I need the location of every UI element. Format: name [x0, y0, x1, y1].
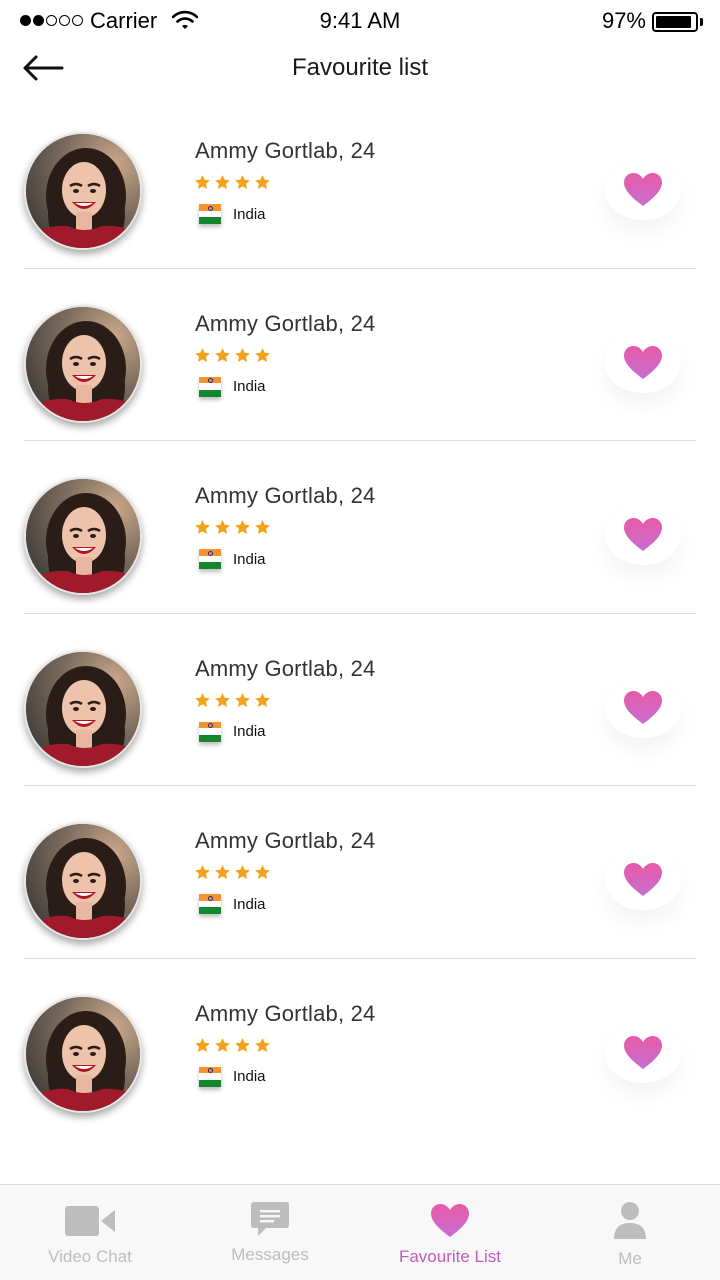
- heart-icon: [624, 1035, 662, 1069]
- star-icon: [194, 1037, 211, 1054]
- avatar[interactable]: [24, 132, 142, 250]
- star-icon: [214, 864, 231, 881]
- country: India: [199, 1066, 266, 1087]
- avatar[interactable]: [24, 994, 142, 1113]
- list-item[interactable]: Ammy Gortlab, 24 India: [0, 786, 720, 959]
- rating-stars: [194, 864, 271, 881]
- country-label: India: [233, 378, 266, 395]
- heart-icon: [624, 690, 662, 724]
- favourite-toggle-button[interactable]: [605, 850, 681, 910]
- user-icon: [614, 1202, 646, 1239]
- star-icon: [234, 519, 251, 536]
- tab-me[interactable]: Me: [540, 1185, 720, 1280]
- star-icon: [234, 1037, 251, 1054]
- star-icon: [214, 174, 231, 191]
- list-item[interactable]: Ammy Gortlab, 24 India: [0, 441, 720, 614]
- profile-name: Ammy Gortlab, 24: [195, 138, 376, 163]
- avatar[interactable]: [24, 304, 142, 423]
- profile-name: Ammy Gortlab, 24: [195, 310, 376, 336]
- profile-name: Ammy Gortlab, 24: [195, 1000, 376, 1026]
- heart-icon: [624, 863, 662, 896]
- country: India: [199, 376, 266, 397]
- battery-nub: [700, 18, 703, 26]
- india-flag-icon: [199, 1066, 221, 1087]
- star-icon: [214, 1037, 231, 1054]
- list-item[interactable]: Ammy Gortlab, 24 India: [0, 269, 720, 442]
- star-icon: [234, 692, 251, 709]
- favourite-toggle-button[interactable]: [605, 505, 681, 565]
- country: India: [199, 204, 266, 225]
- country-label: India: [233, 723, 266, 740]
- country: India: [199, 549, 266, 570]
- country: India: [199, 721, 266, 742]
- star-icon: [254, 174, 271, 191]
- country: India: [199, 894, 266, 915]
- rating-stars: [194, 347, 271, 364]
- heart-icon: [624, 518, 662, 551]
- tab-messages[interactable]: Messages: [180, 1185, 360, 1280]
- favourite-toggle-button[interactable]: [605, 160, 681, 220]
- heart-icon: [624, 345, 662, 379]
- tab-bar: Video Chat Messages Favourite List Me: [0, 1184, 720, 1280]
- star-icon: [194, 519, 211, 536]
- tab-video-chat[interactable]: Video Chat: [0, 1185, 180, 1280]
- star-icon: [234, 347, 251, 364]
- star-icon: [254, 864, 271, 881]
- india-flag-icon: [199, 549, 221, 570]
- star-icon: [254, 1037, 271, 1054]
- battery-icon: [652, 12, 698, 32]
- favourite-toggle-button[interactable]: [605, 333, 681, 393]
- list-item[interactable]: Ammy Gortlab, 24 India: [0, 614, 720, 787]
- avatar[interactable]: [24, 477, 142, 595]
- battery-percentage: 97%: [601, 8, 646, 33]
- video-camera-icon: [65, 1206, 115, 1236]
- page-title: Favourite list: [291, 54, 429, 81]
- star-icon: [254, 692, 271, 709]
- list-item[interactable]: Ammy Gortlab, 24 India: [0, 959, 720, 1132]
- chat-bubble-icon: [251, 1202, 289, 1236]
- rating-stars: [194, 174, 271, 191]
- country-label: India: [233, 205, 266, 223]
- heart-icon: [431, 1204, 469, 1237]
- list-item[interactable]: Ammy Gortlab, 24 India: [0, 96, 720, 269]
- india-flag-icon: [199, 204, 221, 225]
- star-icon: [254, 347, 271, 364]
- tab-label: Messages: [231, 1245, 309, 1264]
- profile-name: Ammy Gortlab, 24: [195, 655, 376, 681]
- star-icon: [234, 174, 251, 191]
- india-flag-icon: [199, 721, 221, 742]
- star-icon: [234, 864, 251, 881]
- star-icon: [214, 347, 231, 364]
- tab-label: Me: [618, 1249, 642, 1268]
- star-icon: [194, 347, 211, 364]
- star-icon: [194, 692, 211, 709]
- tab-label: Video Chat: [48, 1247, 132, 1266]
- india-flag-icon: [199, 376, 221, 397]
- country-label: India: [233, 1068, 266, 1085]
- star-icon: [194, 864, 211, 881]
- favourite-toggle-button[interactable]: [605, 1023, 681, 1083]
- star-icon: [214, 519, 231, 536]
- avatar[interactable]: [24, 649, 142, 768]
- avatar[interactable]: [24, 822, 142, 940]
- rating-stars: [194, 519, 271, 536]
- favourite-toggle-button[interactable]: [605, 678, 681, 738]
- tab-label: Favourite List: [398, 1247, 502, 1266]
- rating-stars: [194, 1037, 271, 1054]
- status-bar: Carrier 9:41 AM 97%: [0, 0, 720, 42]
- favourite-list: Ammy Gortlab, 24 India Ammy Gortlab, 24 …: [0, 96, 720, 1131]
- country-label: India: [233, 895, 266, 913]
- star-icon: [214, 692, 231, 709]
- country-label: India: [233, 550, 266, 568]
- profile-name: Ammy Gortlab, 24: [195, 483, 376, 508]
- heart-icon: [624, 173, 662, 206]
- rating-stars: [194, 692, 271, 709]
- tab-favourite-list[interactable]: Favourite List: [360, 1185, 540, 1280]
- star-icon: [194, 174, 211, 191]
- star-icon: [254, 519, 271, 536]
- india-flag-icon: [199, 894, 221, 915]
- profile-name: Ammy Gortlab, 24: [195, 828, 376, 853]
